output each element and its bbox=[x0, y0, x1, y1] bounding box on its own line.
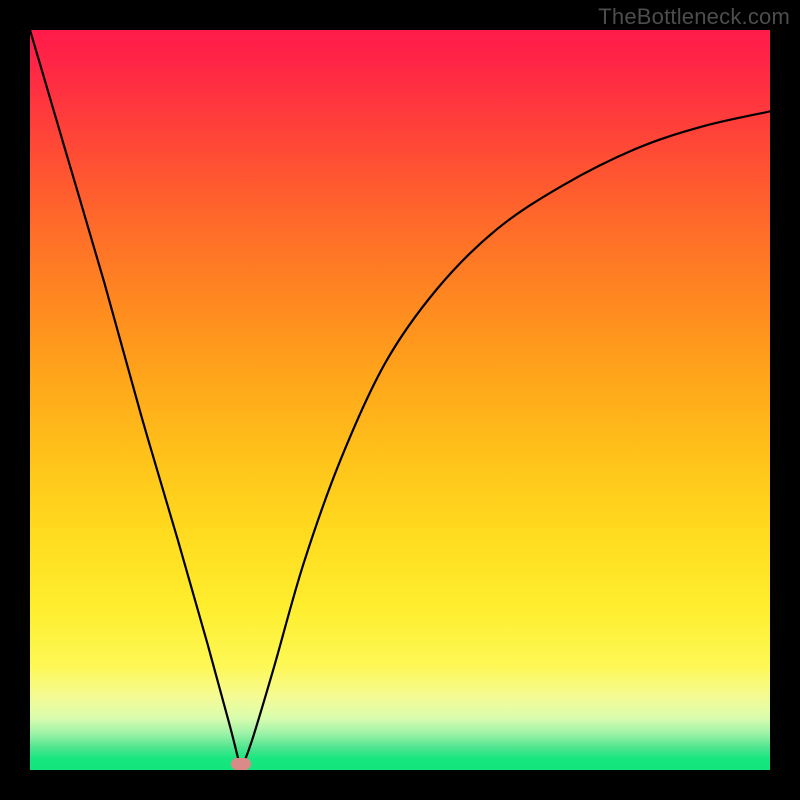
chart-frame: TheBottleneck.com bbox=[0, 0, 800, 800]
curve-svg bbox=[30, 30, 770, 770]
plot-area bbox=[30, 30, 770, 770]
optimum-marker bbox=[231, 758, 251, 770]
bottleneck-curve bbox=[30, 30, 770, 770]
watermark-text: TheBottleneck.com bbox=[598, 4, 790, 30]
